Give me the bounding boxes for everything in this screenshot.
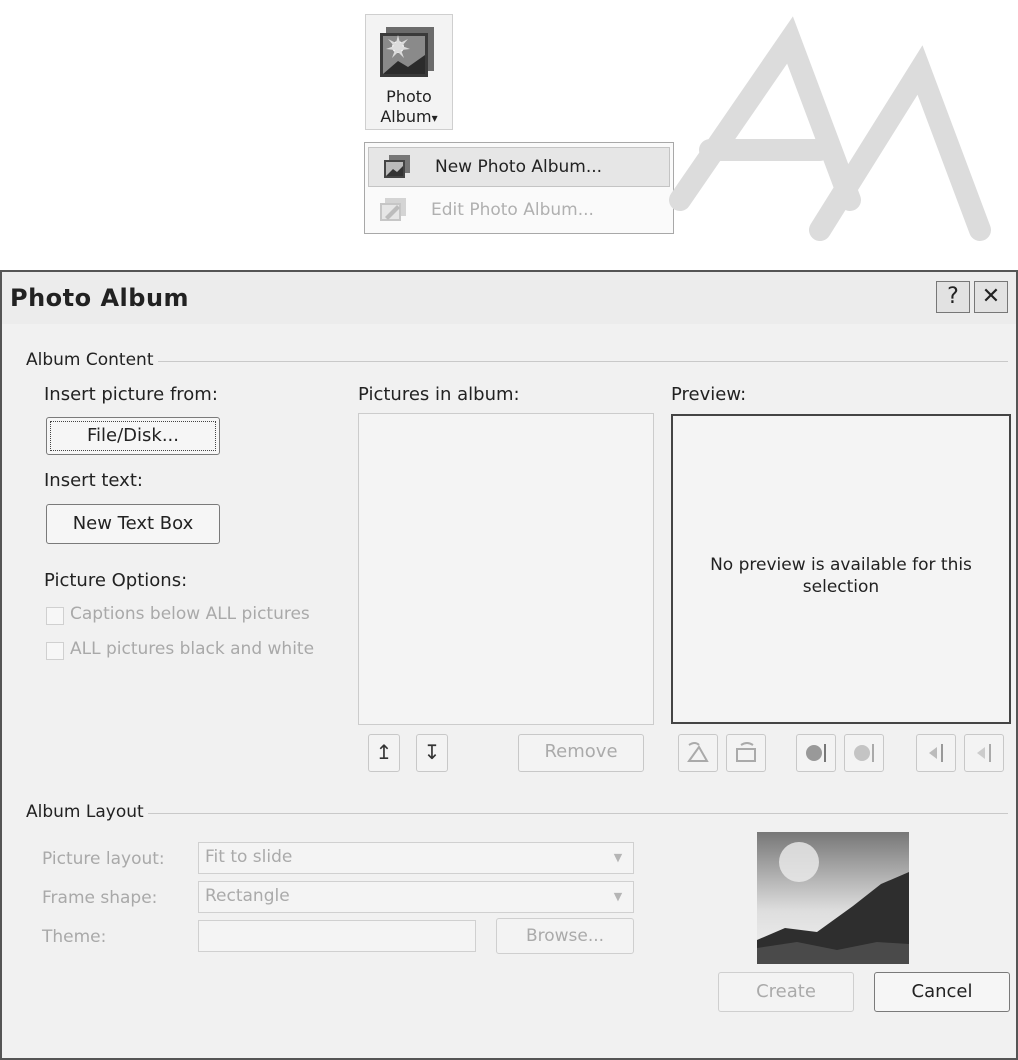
move-up-button[interactable]: ↥ xyxy=(368,734,400,772)
preview-label: Preview: xyxy=(671,384,747,405)
album-layout-group-label: Album Layout xyxy=(26,802,148,822)
frame-shape-label: Frame shape: xyxy=(42,888,158,908)
photo-album-dialog: Photo Album ? ✕ Album Content Insert pic… xyxy=(0,270,1018,1060)
theme-label: Theme: xyxy=(42,927,107,947)
rotate-left-icon xyxy=(687,742,709,762)
create-button[interactable]: Create xyxy=(718,972,854,1012)
dialog-titlebar: Photo Album ? ✕ xyxy=(2,272,1016,324)
photo-album-menu: New Photo Album... Edit Photo Album... xyxy=(364,142,674,234)
album-layout-divider xyxy=(142,813,1008,814)
black-white-checkbox-label: ALL pictures black and white xyxy=(70,639,315,659)
preview-pane: No preview is available for this selecti… xyxy=(671,414,1011,724)
preview-empty-text: No preview is available for this selecti… xyxy=(710,555,972,597)
edit-photo-album-label: Edit Photo Album... xyxy=(431,200,594,220)
file-disk-button[interactable]: File/Disk... xyxy=(46,417,220,455)
close-button[interactable]: ✕ xyxy=(974,281,1008,313)
contrast-decrease-icon xyxy=(854,744,874,762)
frame-shape-select[interactable]: Rectangle ▼ xyxy=(198,881,634,913)
dialog-title: Photo Album xyxy=(10,284,190,312)
browse-button[interactable]: Browse... xyxy=(496,918,634,954)
insert-text-label: Insert text: xyxy=(44,470,143,491)
photo-album-label-text: Album xyxy=(380,107,432,126)
picture-layout-label: Picture layout: xyxy=(42,849,165,869)
contrast-increase-button[interactable] xyxy=(796,734,836,772)
rotate-left-button[interactable] xyxy=(678,734,718,772)
help-icon: ? xyxy=(947,284,959,309)
chevron-down-icon: ▾ xyxy=(431,111,438,125)
rotate-right-icon xyxy=(736,742,756,762)
brightness-decrease-button[interactable] xyxy=(964,734,1004,772)
brightness-increase-button[interactable] xyxy=(916,734,956,772)
picture-options-label: Picture Options: xyxy=(44,570,188,591)
new-photo-album-icon xyxy=(384,155,410,178)
captions-checkbox-label: Captions below ALL pictures xyxy=(70,604,310,624)
photo-album-label-line2: Album▾ xyxy=(366,107,452,126)
new-text-box-button[interactable]: New Text Box xyxy=(46,504,220,544)
move-up-icon: ↥ xyxy=(375,740,393,764)
cancel-button[interactable]: Cancel xyxy=(874,972,1010,1012)
photo-album-icon xyxy=(380,27,434,77)
insert-picture-label: Insert picture from: xyxy=(44,384,218,405)
menu-item-edit-photo-album[interactable]: Edit Photo Album... xyxy=(365,191,673,229)
contrast-increase-icon xyxy=(806,744,826,762)
new-photo-album-label: New Photo Album... xyxy=(435,157,603,177)
picture-layout-select[interactable]: Fit to slide ▼ xyxy=(198,842,634,874)
album-content-divider xyxy=(142,361,1008,362)
layout-preview-thumbnail xyxy=(757,832,909,964)
pictures-in-album-list[interactable] xyxy=(358,413,654,725)
black-white-checkbox[interactable] xyxy=(46,642,64,660)
remove-button[interactable]: Remove xyxy=(518,734,644,772)
edit-photo-album-icon xyxy=(380,198,406,221)
chevron-down-icon: ▼ xyxy=(613,851,623,864)
menu-item-new-photo-album[interactable]: New Photo Album... xyxy=(368,147,670,187)
theme-input[interactable] xyxy=(198,920,476,952)
move-down-button[interactable]: ↧ xyxy=(416,734,448,772)
captions-checkbox[interactable] xyxy=(46,607,64,625)
album-content-group-label: Album Content xyxy=(26,350,158,370)
brightness-increase-icon xyxy=(929,744,943,762)
contrast-decrease-button[interactable] xyxy=(844,734,884,772)
help-button[interactable]: ? xyxy=(936,281,970,313)
rotate-right-button[interactable] xyxy=(726,734,766,772)
close-icon: ✕ xyxy=(981,284,1001,309)
photo-album-label-line1: Photo xyxy=(386,87,432,106)
pictures-in-album-label: Pictures in album: xyxy=(358,384,520,405)
chevron-down-icon: ▼ xyxy=(613,890,623,903)
photo-album-ribbon-button[interactable]: Photo Album▾ xyxy=(365,14,453,130)
frame-shape-value: Rectangle xyxy=(205,886,290,906)
move-down-icon: ↧ xyxy=(423,740,441,764)
brightness-decrease-icon xyxy=(977,744,991,762)
picture-layout-value: Fit to slide xyxy=(205,847,293,867)
